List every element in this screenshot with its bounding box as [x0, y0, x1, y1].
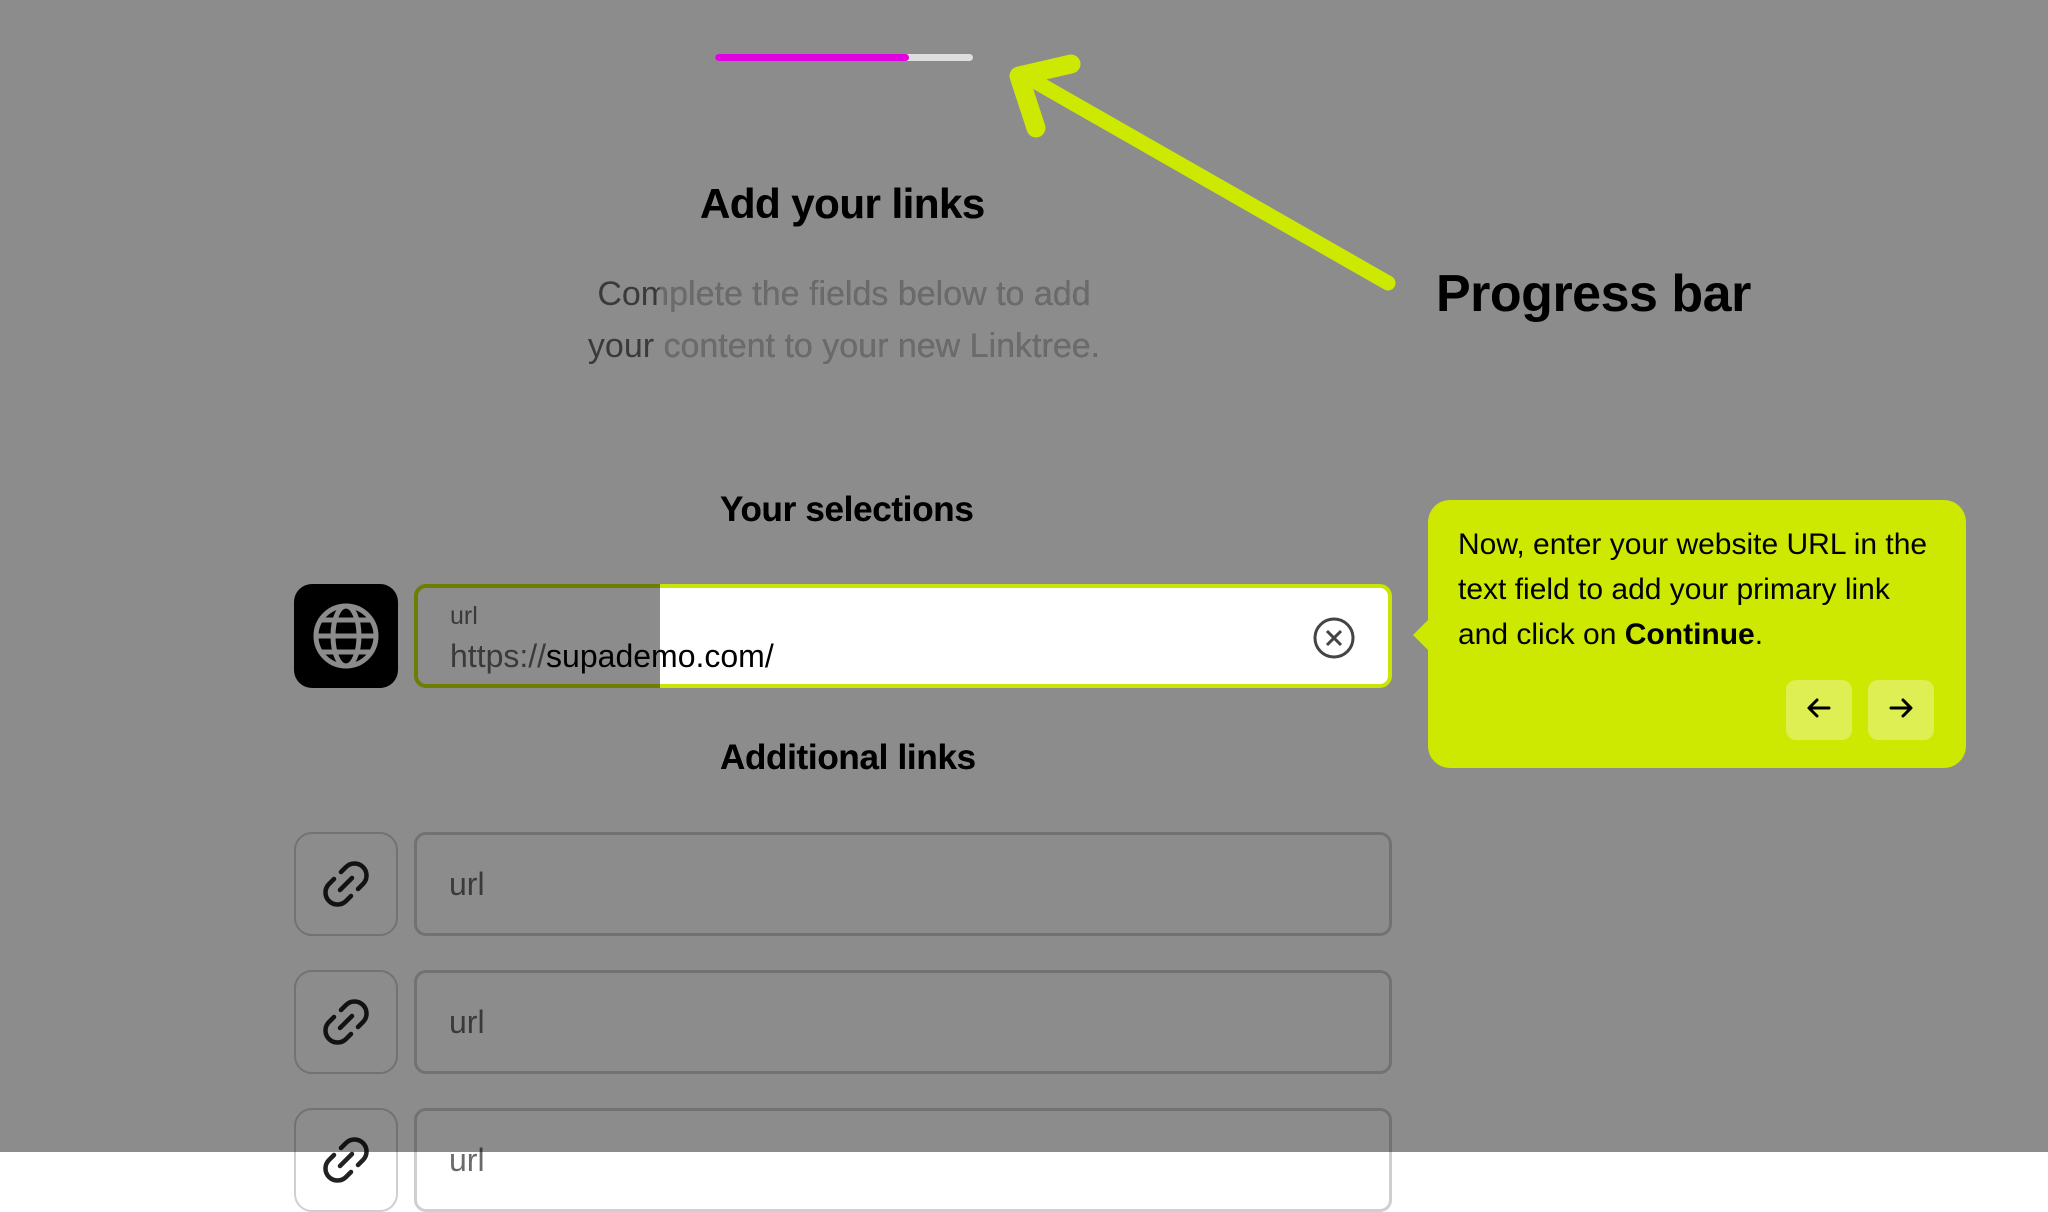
link-icon	[294, 970, 398, 1074]
annotation-label: Progress bar	[1436, 265, 1751, 323]
url-placeholder: url	[449, 1004, 485, 1040]
additional-url-input[interactable]: url	[414, 1108, 1392, 1212]
page-title: Add your links	[700, 180, 985, 227]
arrow-left-icon	[1805, 694, 1833, 727]
website-url-input[interactable]: url https://supademo.com/	[660, 584, 1392, 688]
progress-bar	[715, 54, 973, 61]
url-prefix: https://	[450, 638, 547, 674]
subtitle-line-1: Complete the fields below to add	[660, 275, 1091, 313]
url-placeholder: url	[449, 866, 485, 902]
tooltip-text-end: .	[1754, 618, 1764, 651]
tooltip-back-button[interactable]	[1786, 680, 1852, 740]
url-domain: supademo.com/	[660, 638, 774, 674]
additional-links-heading: Additional links	[720, 738, 976, 777]
globe-icon	[294, 584, 398, 688]
guide-tooltip: Now, enter your website URL in the text …	[1413, 500, 1966, 768]
additional-link-row: url	[294, 832, 1394, 936]
link-icon	[294, 832, 398, 936]
url-placeholder: url	[449, 1142, 485, 1178]
subtitle-line-2: your content to your new Linktree.	[660, 327, 1101, 365]
website-link-row: url https://supademo.com/	[660, 584, 1394, 688]
additional-url-input[interactable]: url	[414, 832, 1392, 936]
additional-link-row: url	[294, 970, 1394, 1074]
progress-fill	[715, 54, 909, 61]
tooltip-next-button[interactable]	[1868, 680, 1934, 740]
additional-link-row: url	[294, 1108, 1394, 1212]
tooltip-text: Now, enter your website URL in the text …	[1458, 522, 1938, 657]
clear-icon[interactable]	[1312, 616, 1356, 660]
additional-url-input[interactable]: url	[414, 970, 1392, 1074]
url-field-label: url	[450, 602, 478, 630]
selections-heading: Your selections	[720, 490, 974, 529]
page-subtitle: Complete the fields below to add your co…	[660, 268, 1148, 372]
link-icon	[294, 1108, 398, 1212]
url-field-value[interactable]: https://supademo.com/	[660, 638, 774, 675]
arrow-right-icon	[1887, 694, 1915, 727]
tooltip-continue-label: Continue	[1624, 618, 1755, 651]
